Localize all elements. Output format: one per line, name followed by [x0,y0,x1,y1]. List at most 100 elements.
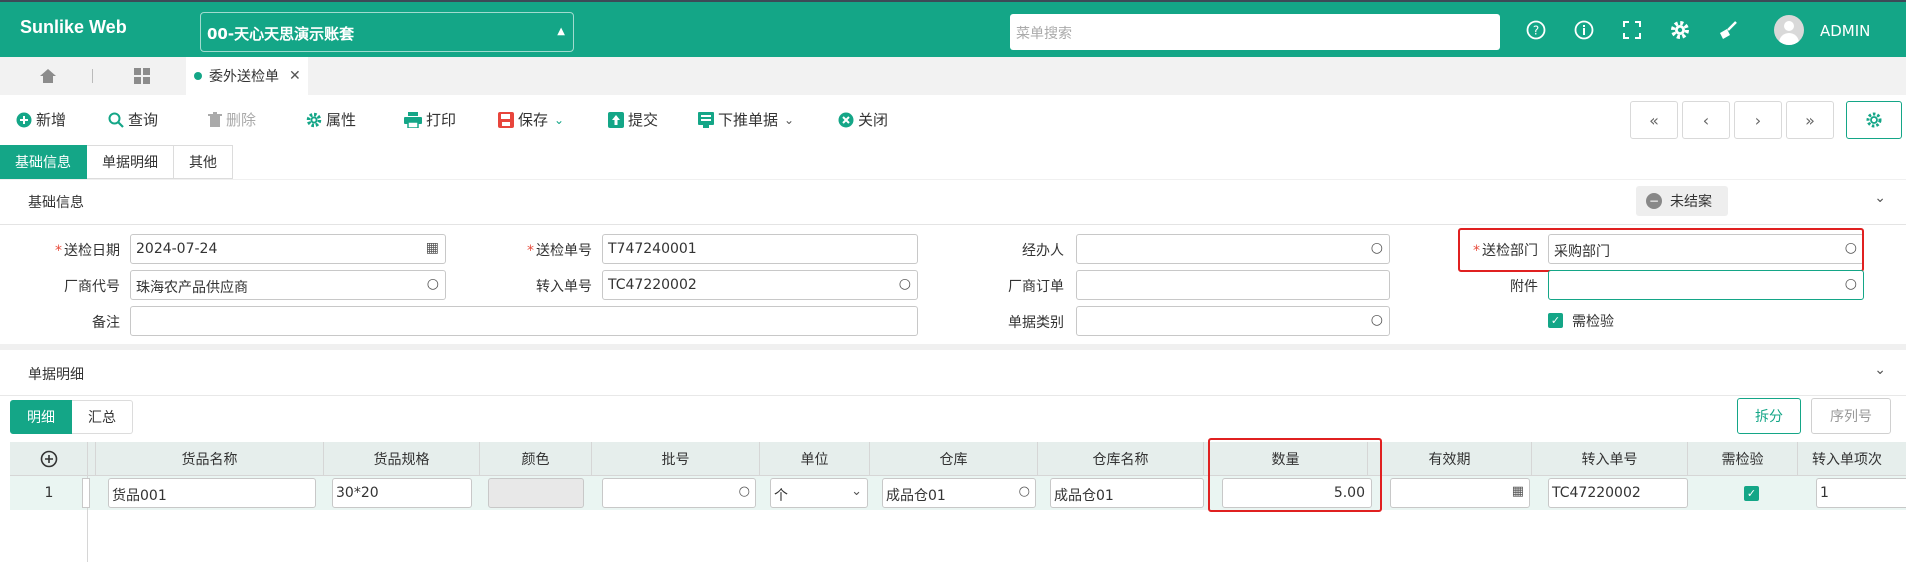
tab-outsource-inspection[interactable]: 委外送检单 ✕ [186,57,308,95]
tab-basic-info[interactable]: 基础信息 [0,145,87,179]
chevron-down-icon[interactable]: ⌄ [554,113,564,127]
tab-summary[interactable]: 汇总 [72,400,133,434]
chevron-down-icon[interactable]: ⌄ [1874,362,1886,378]
search-icon[interactable]: ○ [899,276,911,292]
first-record-button[interactable]: « [1630,101,1678,139]
spec-cell[interactable]: 30*20 [332,478,472,508]
submit-button[interactable]: 提交 [608,109,658,130]
page-settings-button[interactable] [1846,101,1902,139]
col-batch: 批号 [592,442,760,476]
qty-cell[interactable]: 5.00 [1222,478,1372,508]
split-button[interactable]: 拆分 [1737,398,1801,434]
last-record-button[interactable]: » [1786,101,1834,139]
new-button[interactable]: 新增 [16,109,66,130]
close-button[interactable]: 关闭 [838,109,888,130]
doc-type-field[interactable]: ○ [1076,306,1390,336]
push-down-button[interactable]: 下推单据 ⌄ [698,109,794,130]
search-icon[interactable]: ○ [739,484,750,499]
user-name[interactable]: ADMIN [1820,22,1870,40]
gear-icon [306,112,322,128]
transfer-item-cell[interactable]: 1 [1816,478,1906,508]
apps-grid-icon[interactable] [124,57,160,95]
send-no-field[interactable]: T747240001 [602,234,918,264]
top-header: Sunlike Web 00-天心天思演示账套 ▲ 菜单搜索 ? ADMIN [0,0,1906,57]
search-icon[interactable]: ○ [1371,240,1383,256]
tab-label: 委外送检单 [209,69,279,85]
submit-label: 提交 [628,111,659,129]
detail-header[interactable]: 单据明细 ⌄ [0,350,1906,396]
batch-cell[interactable]: ○ [602,478,756,508]
col-unit: 单位 [760,442,870,476]
search-icon[interactable]: ○ [1019,484,1030,499]
vendor-field[interactable]: 珠海农产品供应商 ○ [130,270,446,300]
close-icon[interactable]: ✕ [289,68,301,84]
color-cell[interactable] [488,478,584,508]
col-need-inspect: 需检验 [1688,442,1798,476]
col-expire: 有效期 [1368,442,1532,476]
fullscreen-icon[interactable] [1620,18,1644,42]
save-button[interactable]: 保存 ⌄ [498,109,564,130]
chevron-down-icon[interactable]: ⌄ [851,484,862,499]
transfer-no-field[interactable]: TC47220002 ○ [602,270,918,300]
remark-label: 备注 [92,315,120,331]
home-icon[interactable] [30,57,66,95]
menu-search-input[interactable]: 菜单搜索 [1010,14,1500,50]
table-header: 货品名称 货品规格 颜色 批号 单位 仓库 仓库名称 数量 有效期 转入单号 需… [10,442,1906,476]
basic-info-header[interactable]: 基础信息 ⌄ [0,180,1906,222]
search-icon[interactable]: ○ [1371,312,1383,328]
help-icon[interactable]: ? [1524,18,1548,42]
tab-detail-lines[interactable]: 明细 [10,400,72,434]
add-row-icon[interactable] [10,442,88,476]
brand-logo: Sunlike Web [20,17,127,37]
name-cell[interactable]: 货品001 [108,478,316,508]
send-date-label: * 送检日期 [55,243,120,259]
need-inspect-label: 需检验 [1572,314,1614,330]
vendor-order-field[interactable] [1076,270,1390,300]
expire-cell[interactable]: ▦ [1390,478,1530,508]
transfer-no-cell[interactable]: TC47220002 [1548,478,1688,508]
status-badge: − 未结案 [1636,186,1728,216]
clean-icon[interactable] [1716,18,1740,42]
section-tabs: 基础信息 单据明细 其他 [0,145,233,179]
warehouse-cell[interactable]: 成品仓01 ○ [882,478,1036,508]
info-icon[interactable] [1572,18,1596,42]
attach-field[interactable]: ○ [1548,270,1864,300]
remark-field[interactable] [130,306,918,336]
tab-detail[interactable]: 单据明细 [87,145,174,179]
calendar-icon[interactable]: ▦ [426,240,439,256]
calendar-icon[interactable]: ▦ [1512,484,1524,499]
need-inspect-checkbox[interactable]: ✓ [1548,313,1563,328]
settings-icon[interactable] [1668,18,1692,42]
plus-circle-icon [16,112,32,128]
send-date-field[interactable]: 2024-07-24 ▦ [130,234,446,264]
save-icon [498,111,514,128]
row-inspect-checkbox[interactable]: ✓ [1744,486,1759,501]
warehouse-name-cell[interactable]: 成品仓01 [1050,478,1204,508]
search-icon[interactable]: ○ [1845,276,1857,292]
next-record-button[interactable]: › [1734,101,1782,139]
printer-icon [404,111,422,128]
search-icon[interactable]: ○ [427,276,439,292]
caret-up-icon: ▲ [557,26,565,37]
svg-text:?: ? [1533,24,1539,38]
avatar[interactable] [1774,15,1804,45]
handler-field[interactable]: ○ [1076,234,1390,264]
upload-icon [608,111,624,128]
detail-tabs: 明细 汇总 [10,400,133,434]
chevron-down-icon[interactable]: ⌄ [1874,190,1886,206]
chevron-down-icon[interactable]: ⌄ [784,113,794,127]
tab-other[interactable]: 其他 [174,145,233,179]
prev-record-button[interactable]: ‹ [1682,101,1730,139]
search-icon[interactable]: ○ [1845,240,1857,256]
properties-button[interactable]: 属性 [306,109,356,130]
account-selector[interactable]: 00-天心天思演示账套 ▲ [200,12,574,52]
print-button[interactable]: 打印 [404,109,456,130]
unit-select[interactable]: 个 ⌄ [770,478,868,508]
trash-icon [208,111,222,128]
serial-button[interactable]: 序列号 [1811,398,1891,434]
dept-field[interactable]: 采购部门 ○ [1548,234,1864,264]
col-qty: 数量 [1204,442,1368,476]
new-label: 新增 [36,111,67,129]
delete-button[interactable]: 删除 [208,109,256,130]
query-button[interactable]: 查询 [108,109,158,130]
